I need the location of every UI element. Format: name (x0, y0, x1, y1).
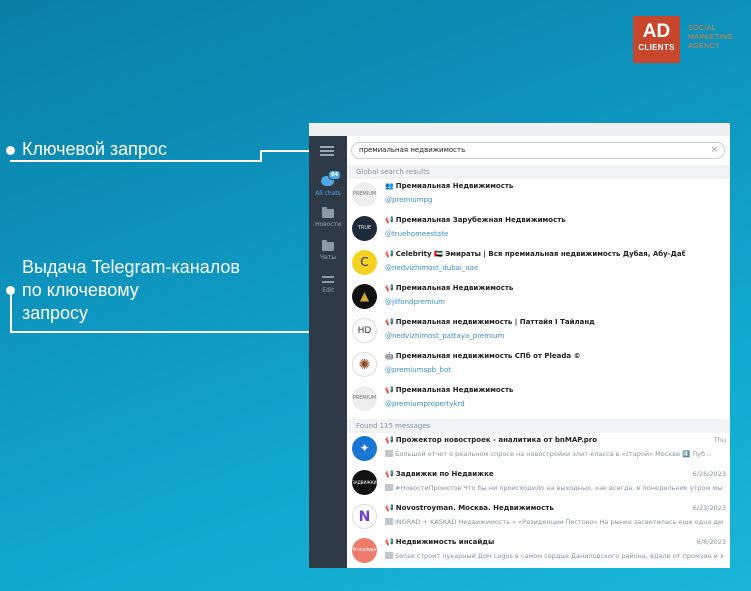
message-channel-title: 📢 Недвижимость инсайды (385, 538, 495, 546)
message-avatar: ЗАДВИЖКИ (352, 470, 377, 495)
window-titlebar (309, 123, 730, 136)
channel-type-icon: 👥 (385, 182, 394, 190)
channel-title: 📢 Премиальная Зарубежная Недвижимость (385, 216, 566, 224)
sidebar-item-label: Edit (322, 287, 334, 294)
message-date: 6/26/2023 (692, 470, 726, 478)
message-avatar: N (352, 504, 377, 529)
message-result-row[interactable]: ЗАДВИЖКИ 📢 Задвижки по Недвижке 6/26/2023 #Н… (347, 467, 730, 501)
annotation-keyword: Ключевой запрос (22, 139, 167, 159)
message-channel-title: 📢 Задвижки по Недвижке (385, 470, 494, 478)
media-thumbnail-icon (385, 552, 393, 559)
channel-avatar: HD (352, 318, 377, 343)
logo-small: CLIENTS (638, 43, 675, 52)
chats-icon: 84 (319, 170, 341, 187)
channel-handle[interactable]: @nedvizhimost_pattaya_premium (385, 332, 504, 340)
channel-type-icon: 📢 (385, 318, 394, 326)
channel-title: 🤖 Премиальная недвижимость СПб от Pleada … (385, 352, 581, 360)
sidebar-item-label: Новости (314, 221, 342, 228)
channel-type-icon: 📢 (385, 216, 394, 224)
channel-title: 👥 Премиальная Недвижимость (385, 182, 514, 190)
channel-result-row[interactable]: ▲ 📢 Премиальная Недвижимость @jilfondpremiu… (347, 281, 730, 315)
message-result-row[interactable]: N 📢 Novostroyman. Москва. Недвижимость 6/23… (347, 501, 730, 535)
annotation-connector (10, 160, 261, 162)
channel-title: 📢 Премиальная Недвижимость (385, 284, 514, 292)
annotation-results: Выдача Telegram-каналов по ключевому зап… (22, 257, 240, 323)
search-input[interactable]: премиальная недвижимость × (351, 142, 725, 159)
search-query: премиальная недвижимость (359, 146, 466, 154)
logo-big: AD (642, 21, 671, 42)
sidebar-item-chats[interactable]: Чаты (309, 240, 347, 261)
agency-logo: AD CLIENTS (633, 16, 680, 63)
message-avatar: ✦ (352, 436, 377, 461)
sliders-icon (322, 275, 334, 284)
message-date: Thu (713, 436, 726, 444)
channel-handle[interactable]: @nedvizhimost_dubai_oae (385, 264, 478, 272)
channel-result-row[interactable]: ✺ 🤖 Премиальная недвижимость СПб от Pleada… (347, 349, 730, 383)
channel-avatar: PREMIUM (352, 386, 377, 411)
channel-type-icon: 📢 (385, 284, 394, 292)
clear-search-icon[interactable]: × (710, 143, 718, 158)
message-date: 6/23/2023 (692, 504, 726, 512)
folder-icon (322, 240, 334, 251)
folders-sidebar: 84 All chats Новости Чаты Edit (309, 136, 347, 568)
annotation-dot-keyword (6, 146, 15, 155)
channel-type-icon: 🤖 (385, 352, 394, 360)
channel-avatar: C (352, 250, 377, 275)
channel-avatar: ▲ (352, 284, 377, 309)
search-panel: премиальная недвижимость × Global search… (347, 136, 730, 568)
message-date: 6/8/2023 (696, 538, 726, 546)
channel-avatar: PREMIUM (352, 182, 377, 207)
message-preview: INGRAD + KASKAD Недвижимость » «Резиденц… (385, 518, 723, 526)
message-avatar: Инсайды (352, 538, 377, 563)
channel-result-row[interactable]: PREMIUM 👥 Премиальная Недвижимость @premium… (347, 179, 730, 213)
menu-icon[interactable] (320, 146, 334, 156)
message-channel-title: 📢 Прожектор новостроек - аналитика от bnM… (385, 436, 598, 444)
channel-type-icon: 📢 (385, 538, 394, 546)
logo-tagline: SOCIAL MARKETING AGENCY (688, 25, 734, 50)
annotation-connector (10, 290, 12, 333)
channel-result-row[interactable]: TRUE HOME 📢Премиальная Зарубежная Недвижи… (347, 213, 730, 247)
channel-handle[interactable]: @truehomeestate (385, 230, 448, 238)
message-result-row[interactable]: Инсайды 📢 Недвижимость инсайды 6/8/2023 Sens… (347, 535, 730, 568)
message-preview: #НовостиПроектов Что бы ни происходило н… (385, 484, 723, 492)
message-channel-title: 📢 Novostroyman. Москва. Недвижимость (385, 504, 554, 512)
message-preview: Большой отчет о реальном спросе на новос… (385, 450, 723, 458)
channel-title: 📢 Премиальная недвижимость | Паттайя I Та… (385, 318, 595, 326)
channel-result-row[interactable]: HD 📢 Премиальная недвижимость | Паттайя I … (347, 315, 730, 349)
channel-avatar: TRUE HOME (352, 216, 377, 241)
channel-handle[interactable]: @premiumpg (385, 196, 432, 204)
section-found-messages: Found 115 messages (347, 419, 730, 433)
channel-title: 📢 Премиальная Недвижимость (385, 386, 514, 394)
channel-handle[interactable]: @premiumpropertykrd (385, 400, 465, 408)
channel-type-icon: 📢 (385, 250, 394, 258)
media-thumbnail-icon (385, 484, 393, 491)
annotation-connector (10, 331, 350, 333)
sidebar-item-all-chats[interactable]: 84 All chats (309, 170, 347, 197)
channel-title: 📢 Celebrity 🇦🇪 Эмираты | Вся премиальная … (385, 250, 685, 258)
sidebar-item-edit[interactable]: Edit (309, 275, 347, 294)
channel-type-icon: 📢 (385, 504, 394, 512)
message-preview: Sense строит лухарный Дом Logos в самом … (385, 552, 723, 560)
sidebar-item-news[interactable]: Новости (309, 207, 347, 228)
message-result-row[interactable]: ✦ 📢 Прожектор новостроек - аналитика от bn… (347, 433, 730, 467)
media-thumbnail-icon (385, 450, 393, 457)
channel-type-icon: 📢 (385, 436, 394, 444)
channel-result-row[interactable]: C 📢 Celebrity 🇦🇪 Эмираты | Вся премиальная… (347, 247, 730, 281)
channel-handle[interactable]: @premiumspb_bot (385, 366, 451, 374)
media-thumbnail-icon (385, 518, 393, 525)
folder-icon (322, 207, 334, 218)
sidebar-item-label: All chats (315, 190, 341, 197)
channel-type-icon: 📢 (385, 470, 394, 478)
sidebar-item-label: Чаты (319, 254, 337, 261)
channel-result-row[interactable]: PREMIUM 📢 Премиальная Недвижимость @premium… (347, 383, 730, 417)
unread-badge: 84 (328, 170, 341, 180)
telegram-window: 84 All chats Новости Чаты Edit премиальн… (309, 123, 730, 568)
channel-handle[interactable]: @jilfondpremium (385, 298, 445, 306)
channel-avatar: ✺ (352, 352, 377, 377)
channel-type-icon: 📢 (385, 386, 394, 394)
section-global-results: Global search results (347, 165, 730, 179)
